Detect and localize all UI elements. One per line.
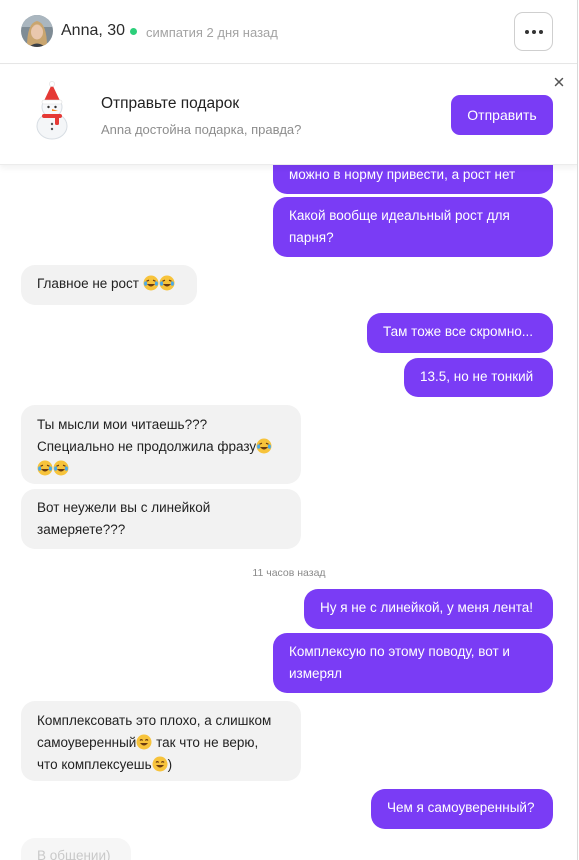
message-text: Комплексую по этому поводу, вот и измерял xyxy=(289,644,510,681)
laughing-emoji-icon xyxy=(159,275,175,291)
message-text: Ты мысли мои читаешь??? Специально не про… xyxy=(37,417,257,454)
message-outgoing[interactable]: Там тоже все скромно... xyxy=(367,313,553,353)
message-outgoing[interactable]: Комплексую по этому поводу, вот и измерял xyxy=(273,633,553,693)
time-separator: 11 часов назад xyxy=(252,567,326,579)
message-outgoing[interactable]: Какой вообще идеальный рост для парня? xyxy=(273,197,553,257)
send-gift-button[interactable]: Отправить xyxy=(451,95,553,135)
match-status: симпатия 2 дня назад xyxy=(146,25,278,40)
avatar[interactable] xyxy=(21,15,53,47)
message-incoming[interactable]: Главное не рост xyxy=(21,265,197,305)
online-indicator xyxy=(130,28,137,35)
close-icon[interactable] xyxy=(552,75,566,89)
laughing-emoji-icon xyxy=(143,275,159,291)
message-text: Вот неужели вы с линейкой замеряете??? xyxy=(37,500,211,537)
gift-banner: Отправьте подарок Anna достойна подарка,… xyxy=(0,65,577,165)
message-incoming[interactable]: Комплексовать это плохо, а слишком самоув… xyxy=(21,701,301,781)
message-outgoing[interactable]: Чем я самоуверенный? xyxy=(371,789,553,829)
gift-subtitle: Anna достойна подарка, правда? xyxy=(101,122,302,137)
user-name[interactable]: Anna, 30 xyxy=(61,22,125,40)
more-options-button[interactable] xyxy=(514,12,553,51)
message-incoming[interactable]: Вот неужели вы с линейкой замеряете??? xyxy=(21,489,301,549)
more-dots-icon xyxy=(524,29,529,34)
laughing-emoji-icon xyxy=(256,438,272,454)
smile-emoji-icon xyxy=(136,734,152,750)
gift-title: Отправьте подарок xyxy=(101,95,240,112)
message-incoming[interactable]: В общении) xyxy=(21,838,131,860)
laughing-emoji-icon xyxy=(37,460,53,476)
snowman-icon xyxy=(26,81,78,141)
chat-header: Anna, 30 симпатия 2 дня назад xyxy=(0,0,577,64)
message-text: Какой вообще идеальный рост для парня? xyxy=(289,208,510,245)
message-incoming[interactable]: Ты мысли мои читаешь??? Специально не про… xyxy=(21,405,301,484)
message-outgoing[interactable]: 13.5, но не тонкий xyxy=(404,358,553,397)
message-outgoing[interactable]: Ну я не с линейкой, у меня лента! xyxy=(304,589,553,629)
chat-window: можно в норму привести, а рост нет Какой… xyxy=(0,0,578,860)
smile-emoji-icon xyxy=(152,756,168,772)
laughing-emoji-icon xyxy=(53,460,69,476)
message-text: Комплексовать это плохо, а слишком самоув… xyxy=(37,713,272,772)
